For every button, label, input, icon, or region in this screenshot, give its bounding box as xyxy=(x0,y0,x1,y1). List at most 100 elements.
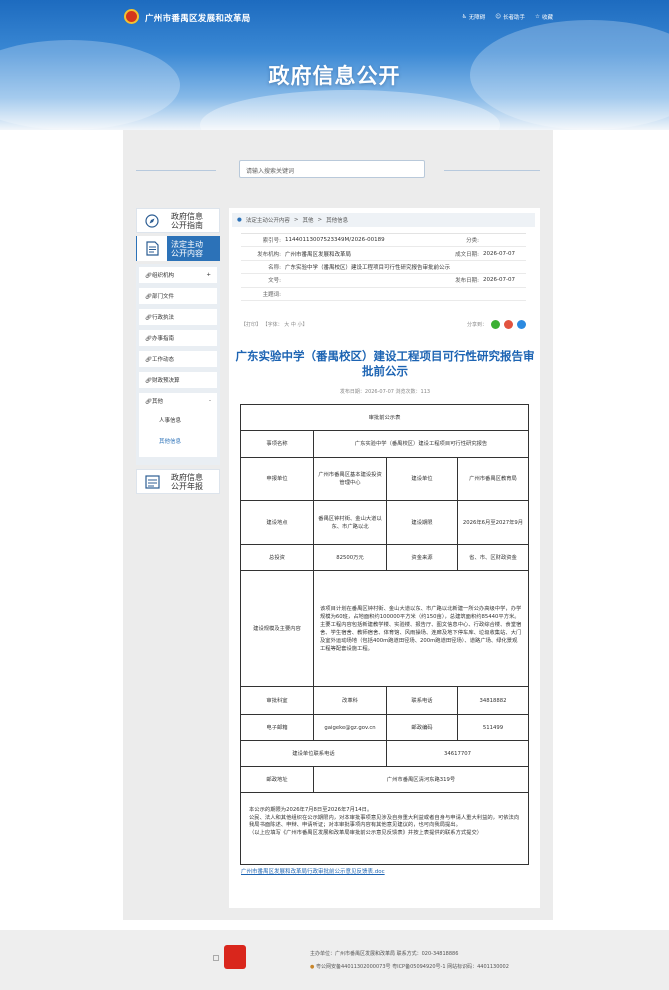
divider xyxy=(136,170,216,171)
sidebar-head-label: 政府信息 xyxy=(171,211,203,221)
breadcrumb-item[interactable]: 其他信息 xyxy=(326,216,348,224)
wechat-icon[interactable] xyxy=(491,319,500,329)
table-label: 事项名称 xyxy=(240,430,314,458)
elder-mode-link[interactable]: ☺ 长者助手 xyxy=(495,13,525,21)
font-size-label: 【字体： xyxy=(262,321,283,328)
notice-remarks: 本公示的期限为2026年7月8日至2026年7月14日。 公民、法人和其他组织在… xyxy=(240,785,529,865)
link-icon: 🔗︎ xyxy=(145,315,152,321)
broken-image-icon xyxy=(213,955,219,961)
meta-value: 2026-07-07 xyxy=(483,250,515,257)
sidebar-head-annual-report[interactable]: 政府信息 公开年报 xyxy=(136,469,220,494)
sidebar-item-other[interactable]: 🔗︎其他 - xyxy=(139,393,217,409)
font-small-button[interactable]: 小】 xyxy=(297,322,307,328)
sidebar-menu: 🔗︎组织机构 + 🔗︎部门文件 🔗︎行政执法 🔗︎办事指南 🔗︎工作动态 🔗︎财政… xyxy=(136,264,220,465)
sidebar-item-budget[interactable]: 🔗︎财政预决算 xyxy=(139,372,217,388)
accessibility-link[interactable]: ♿ 无障碍 xyxy=(462,13,485,21)
sidebar-submenu: 人事信息 其他信息 xyxy=(139,409,217,457)
breadcrumb-item[interactable]: 法定主动公开内容 xyxy=(246,216,290,224)
breadcrumb-sep: > xyxy=(293,217,299,223)
link-icon: 🔗︎ xyxy=(145,273,152,279)
sidebar: 政府信息 公开指南 法定主动 公开内容 🔗︎组织机构 + 🔗︎部门文件 🔗︎行政执法 … xyxy=(136,208,220,497)
meta-key: 发布日期: xyxy=(455,278,479,285)
collapse-icon[interactable]: - xyxy=(209,398,211,404)
sidebar-head-label: 公开内容 xyxy=(171,248,203,258)
footer-host: 主办单位：广州市番禺区发展和改革局 联系方式：020-34818886 xyxy=(310,951,459,957)
meta-key: 主题词: xyxy=(262,291,281,298)
elder-icon: ☺ xyxy=(495,14,502,20)
breadcrumb: ● 法定主动公开内容 > 其他 > 其他信息 xyxy=(232,213,535,227)
table-value: 广州市番禺区教育局 xyxy=(457,457,529,501)
weibo-icon[interactable] xyxy=(504,319,513,329)
sidebar-head-label: 公开年报 xyxy=(171,481,203,491)
sidebar-item-law[interactable]: 🔗︎行政执法 xyxy=(139,309,217,325)
remark-line: 本公示的期限为2026年7月8日至2026年7月14日。 xyxy=(249,807,373,813)
banner-title: 政府信息公开 xyxy=(268,64,401,88)
table-label: 建设单位 xyxy=(386,457,458,501)
sidebar-subitem-other-info[interactable]: 其他信息 xyxy=(159,430,211,451)
accessibility-icon: ♿ xyxy=(461,14,467,20)
table-value: 改革科 xyxy=(313,686,387,715)
gov-badge-icon[interactable] xyxy=(224,945,246,969)
footer xyxy=(0,930,669,990)
table-label: 建设单位联系电话 xyxy=(240,740,387,767)
meta-key: 索引号: xyxy=(262,238,281,245)
meta-value: 2026-07-07 xyxy=(483,277,515,284)
share-bar: 分享到： xyxy=(467,319,526,329)
article-date: 发布日期：2026-07-07 浏览次数：113 xyxy=(339,389,431,395)
table-label: 申报单位 xyxy=(240,457,314,501)
meta-key: 分类: xyxy=(466,238,479,245)
feedback-form-link[interactable]: 广州市番禺区发展和改革局行政审批前公示意见反馈表.doc xyxy=(241,867,385,875)
star-icon: ☆ xyxy=(535,14,540,20)
sidebar-head-guide[interactable]: 政府信息 公开指南 xyxy=(136,208,220,233)
sidebar-item-news[interactable]: 🔗︎工作动态 xyxy=(139,351,217,367)
meta-value: 广州市番禺区发展和改革局 xyxy=(285,251,352,258)
location-icon: ● xyxy=(237,217,242,223)
national-emblem-icon[interactable] xyxy=(124,9,139,24)
print-button[interactable]: 【打印】 xyxy=(241,322,261,328)
table-label: 电子邮箱 xyxy=(240,714,314,741)
favorite-link[interactable]: ☆ 收藏 xyxy=(535,13,553,21)
table-label: 审批科室 xyxy=(240,686,314,715)
table-value: 82500万元 xyxy=(313,544,387,571)
sidebar-head-label: 公开指南 xyxy=(171,220,203,230)
search-input[interactable]: 请输入搜索关键词 xyxy=(239,160,425,178)
table-caption: 审批前公示表 xyxy=(240,404,529,431)
footer-record: ● 粤公网安备44011302000073号 粤ICP备05094920号-1 … xyxy=(310,964,509,970)
sidebar-item-docs[interactable]: 🔗︎部门文件 xyxy=(139,288,217,304)
breadcrumb-sep: > xyxy=(317,217,323,223)
font-large-button[interactable]: 大 xyxy=(284,322,289,328)
table-label: 总投资 xyxy=(240,544,314,571)
table-value: 34818882 xyxy=(457,686,529,715)
table-value: 广东实验中学（番禺校区）建设工程项目可行性研究报告 xyxy=(313,430,529,458)
sidebar-item-org[interactable]: 🔗︎组织机构 + xyxy=(139,267,217,283)
sidebar-head-active-content[interactable]: 法定主动 公开内容 xyxy=(136,236,220,261)
table-label: 联系电话 xyxy=(386,686,458,715)
link-icon: 🔗︎ xyxy=(145,378,152,384)
breadcrumb-item[interactable]: 其他 xyxy=(302,216,313,224)
meta-key: 成文日期: xyxy=(455,251,479,258)
expand-icon[interactable]: + xyxy=(206,272,211,278)
divider xyxy=(444,170,540,171)
site-name[interactable]: 广州市番禺区发展和改革局 xyxy=(145,12,251,24)
meta-key: 文号: xyxy=(268,278,281,285)
sidebar-head-label: 法定主动 xyxy=(171,239,203,249)
qq-icon[interactable] xyxy=(517,319,526,329)
link-icon: 🔗︎ xyxy=(145,357,152,363)
font-medium-button[interactable]: 中 xyxy=(291,322,296,328)
sidebar-subitem-personnel[interactable]: 人事信息 xyxy=(159,409,211,430)
table-value: 番禺区钟村街、金山大道以东、市广路以北 xyxy=(313,500,387,545)
table-label: 邮政编码 xyxy=(386,714,458,741)
sidebar-item-guide[interactable]: 🔗︎办事指南 xyxy=(139,330,217,346)
table-label: 建设期限 xyxy=(386,500,458,545)
sidebar-head-label: 政府信息 xyxy=(171,472,203,482)
table-value: 该项目计划在番禺区钟村街、金山大道以东、市广路以北新建一所公办高级中学，办学规模… xyxy=(313,570,529,687)
notice-table: 审批前公示表 事项名称 广东实验中学（番禺校区）建设工程项目可行性研究报告 申报单… xyxy=(240,404,529,793)
police-badge-icon: ● xyxy=(310,964,315,970)
table-value: 34617707 xyxy=(386,740,529,767)
table-value: 511499 xyxy=(457,714,529,741)
table-value: 2026年6月至2027年9月 xyxy=(457,500,529,545)
remark-line: 公民、法人和其他组织在公示期限内，对本审批事项意见涉及自身重大利益或者自身与申请… xyxy=(249,814,520,829)
link-icon: 🔗︎ xyxy=(145,399,152,405)
article-title: 广东实验中学（番禺校区）建设工程项目可行性研究报告审批前公示 xyxy=(235,349,535,378)
table-value: 省、市、区财政资金 xyxy=(457,544,529,571)
